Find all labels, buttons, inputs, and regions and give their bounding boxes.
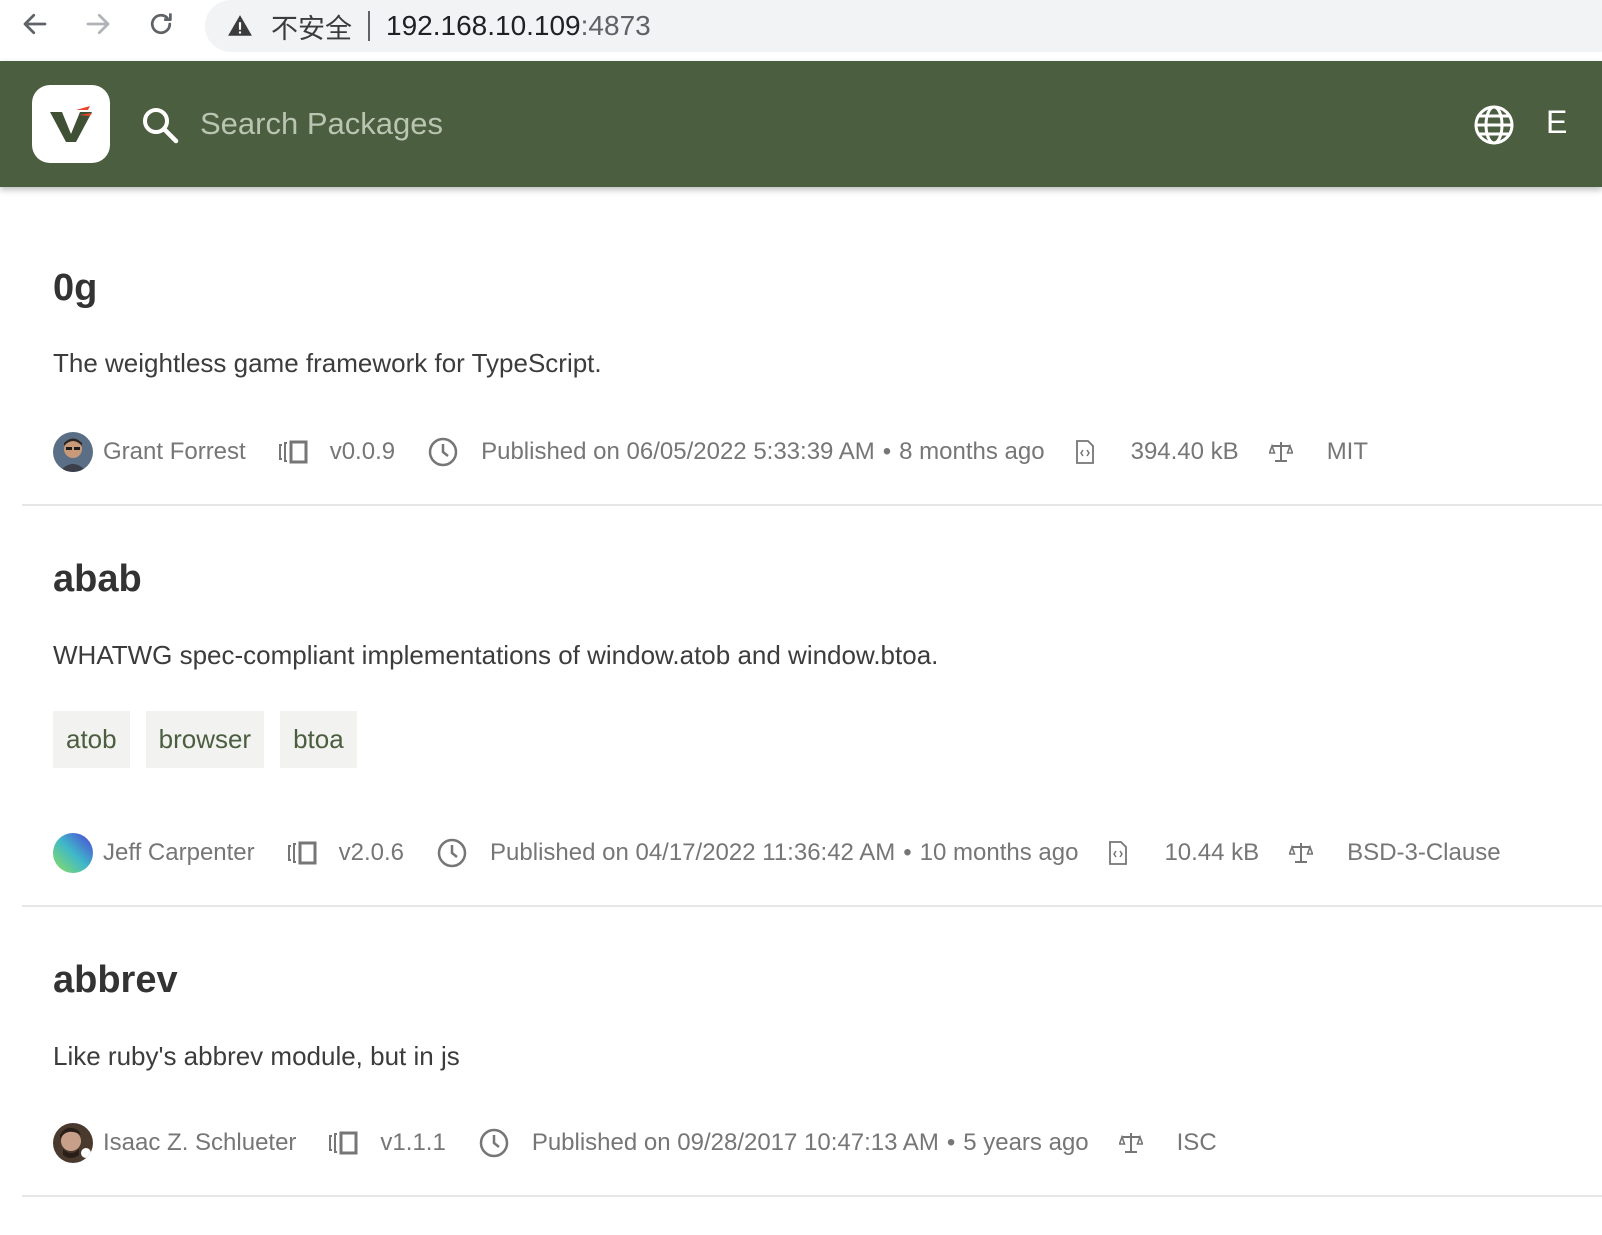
clock-icon [436,837,468,869]
verdaccio-logo[interactable] [32,85,110,163]
package-name[interactable]: abab [53,558,142,601]
package-item[interactable]: abbrev Like ruby's abbrev module, but in… [22,907,1602,1197]
clock-icon [478,1127,510,1159]
separator-dot: • [903,839,912,866]
package-meta: Isaac Z. Schlueter v1.1.1 Published on 0… [53,1123,1217,1163]
version-icon [287,841,321,865]
language-button[interactable]: E [1546,104,1567,141]
avatar[interactable] [53,1123,93,1163]
reload-icon [150,13,172,35]
arrow-left-icon [23,13,47,35]
avatar[interactable] [53,833,93,873]
package-meta: Grant Forrest v0.0.9 Published on 06/05/… [53,432,1368,472]
arrow-right-icon [86,13,110,35]
package-license: ISC [1176,1129,1217,1156]
globe-icon[interactable] [1472,103,1516,147]
package-name[interactable]: abbrev [53,959,178,1002]
file-size-icon [1075,440,1095,464]
author-name[interactable]: Isaac Z. Schlueter [103,1129,296,1157]
separator-dot: • [882,438,892,465]
package-description: The weightless game framework for TypeSc… [53,348,602,378]
package-item[interactable]: abab WHATWG spec-compliant implementatio… [22,506,1602,907]
license-icon [1289,841,1314,865]
package-description: WHATWG spec-compliant implementations of… [53,640,939,670]
insecure-label[interactable]: 不安全 [271,7,352,46]
search-icon [143,108,179,144]
url-host: 192.168.10.109 [386,10,581,41]
forward-button[interactable] [80,6,116,42]
logo-icon [50,106,92,142]
package-license: BSD-3-Clause [1347,839,1501,866]
license-icon [1118,1131,1143,1155]
package-item[interactable]: 0g The weightless game framework for Typ… [22,187,1602,506]
tag-chip[interactable]: btoa [280,711,357,768]
published-ago: 5 years ago [963,1129,1089,1156]
package-version: v0.0.9 [329,438,396,465]
package-version: v1.1.1 [380,1129,446,1156]
package-name[interactable]: 0g [53,267,97,310]
package-description: Like ruby's abbrev module, but in js [53,1041,460,1071]
package-version: v2.0.6 [338,839,405,866]
package-meta: Jeff Carpenter v2.0.6 Published on 04/17… [53,833,1501,873]
address-divider [368,11,370,41]
published-ago: 8 months ago [899,438,1045,465]
package-size: 10.44 kB [1164,839,1260,866]
published-date: Published on 09/28/2017 10:47:13 AM [531,1129,939,1156]
url-port: :4873 [580,10,651,41]
package-size: 394.40 kB [1130,438,1239,465]
tag-chip[interactable]: atob [53,711,130,768]
tag-chip[interactable]: browser [145,711,265,768]
published-date: Published on 06/05/2022 5:33:39 AM [481,438,875,465]
tag-list: atob browser btoa [53,711,357,768]
published-ago: 10 months ago [919,839,1079,866]
version-icon [328,1131,362,1155]
version-icon [278,440,312,464]
file-size-icon [1108,841,1128,865]
package-license: MIT [1326,438,1369,465]
address-bar[interactable]: 不安全 192.168.10.109:4873 [205,0,1602,52]
published-date: Published on 04/17/2022 11:36:42 AM [490,839,896,866]
author-name[interactable]: Jeff Carpenter [103,839,255,867]
back-button[interactable] [17,6,53,42]
browser-toolbar: 不安全 192.168.10.109:4873 [0,0,1602,60]
license-icon [1268,440,1293,464]
app-header [0,61,1602,187]
separator-dot: • [946,1129,956,1156]
avatar[interactable] [53,432,93,472]
search-input[interactable] [196,99,1096,149]
author-name[interactable]: Grant Forrest [103,438,246,466]
clock-icon [427,436,459,468]
warning-icon [228,15,252,36]
reload-button[interactable] [143,6,179,42]
